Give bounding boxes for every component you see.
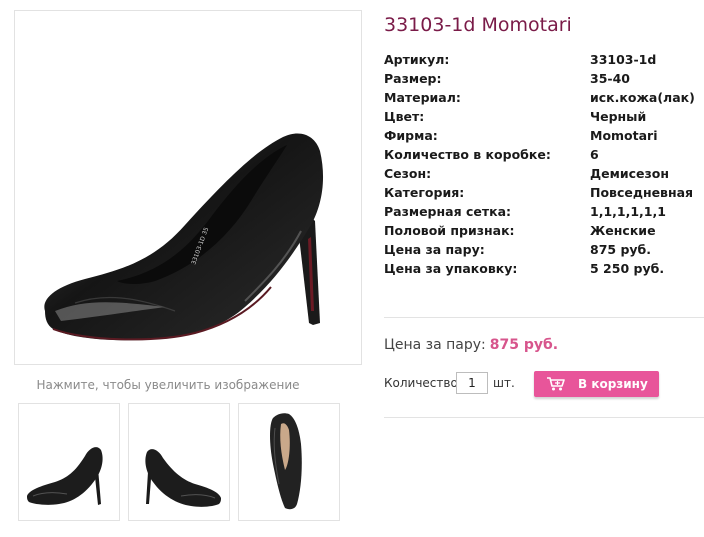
spec-label: Материал:	[384, 90, 461, 105]
divider-bottom	[384, 417, 704, 418]
spec-row: Категория: Повседневная	[384, 185, 694, 204]
spec-label: Цена за упаковку:	[384, 261, 518, 276]
spec-label: Половой признак:	[384, 223, 515, 238]
spec-label: Артикул:	[384, 52, 450, 67]
spec-label: Количество в коробке:	[384, 147, 551, 162]
spec-row: Цена за пару: 875 руб.	[384, 242, 694, 261]
spec-row: Сезон: Демисезон	[384, 166, 694, 185]
spec-value: 6	[590, 147, 599, 162]
zoom-hint[interactable]: Нажмите, чтобы увеличить изображение	[0, 378, 302, 392]
divider-top	[384, 317, 704, 318]
spec-value: 1,1,1,1,1,1	[590, 204, 666, 219]
spec-row: Фирма: Momotari	[384, 128, 694, 147]
spec-label: Сезон:	[384, 166, 432, 181]
spec-label: Категория:	[384, 185, 465, 200]
spec-value: 875 руб.	[590, 242, 652, 257]
spec-label: Цена за пару:	[384, 242, 485, 257]
spec-row: Количество в коробке: 6	[384, 147, 694, 166]
spec-value: Женские	[590, 223, 656, 238]
add-to-cart-button[interactable]: В корзину	[534, 371, 659, 397]
spec-value: Черный	[590, 109, 647, 124]
spec-table: Артикул: 33103-1d Размер: 35-40 Материал: и…	[384, 52, 695, 280]
quantity-input[interactable]	[456, 372, 488, 394]
price-line: Цена за пару: 875 руб.	[384, 337, 558, 353]
zoom-hint-text[interactable]: Нажмите, чтобы увеличить изображение	[36, 378, 299, 392]
spec-label: Фирма:	[384, 128, 438, 143]
spec-row: Размер: 35-40	[384, 71, 694, 90]
spec-value: иск.кожа(лак)	[590, 90, 695, 105]
thumbnail-2[interactable]	[128, 403, 230, 521]
price-label: Цена за пару:	[384, 337, 486, 353]
price-value: 875 руб.	[489, 337, 559, 353]
quantity-label: Количество	[384, 376, 458, 390]
spec-row: Материал: иск.кожа(лак)	[384, 90, 695, 109]
spec-value: Повседневная	[590, 185, 694, 200]
product-title: 33103-1d Momotari	[384, 14, 572, 36]
spec-row: Размерная сетка: 1,1,1,1,1,1	[384, 204, 694, 223]
spec-value: 35-40	[590, 71, 630, 86]
spec-label: Размерная сетка:	[384, 204, 512, 219]
quantity-unit: шт.	[493, 376, 515, 390]
spec-value: 5 250 руб.	[590, 261, 665, 276]
add-to-cart-label: В корзину	[578, 377, 648, 391]
spec-row: Артикул: 33103-1d	[384, 52, 694, 71]
spec-value: Momotari	[590, 128, 658, 143]
thumbnail-1[interactable]	[18, 403, 120, 521]
spec-row: Цвет: Черный	[384, 109, 694, 128]
spec-value: Демисезон	[590, 166, 669, 181]
spec-row: Половой признак: Женские	[384, 223, 694, 242]
thumbnail-3[interactable]	[238, 403, 340, 521]
spec-row: Цена за упаковку: 5 250 руб.	[384, 261, 694, 280]
spec-label: Размер:	[384, 71, 442, 86]
shopping-cart-icon	[546, 376, 566, 395]
spec-value: 33103-1d	[590, 52, 657, 67]
main-product-image[interactable]: 33103-1D 35	[14, 10, 362, 365]
spec-label: Цвет:	[384, 109, 425, 124]
